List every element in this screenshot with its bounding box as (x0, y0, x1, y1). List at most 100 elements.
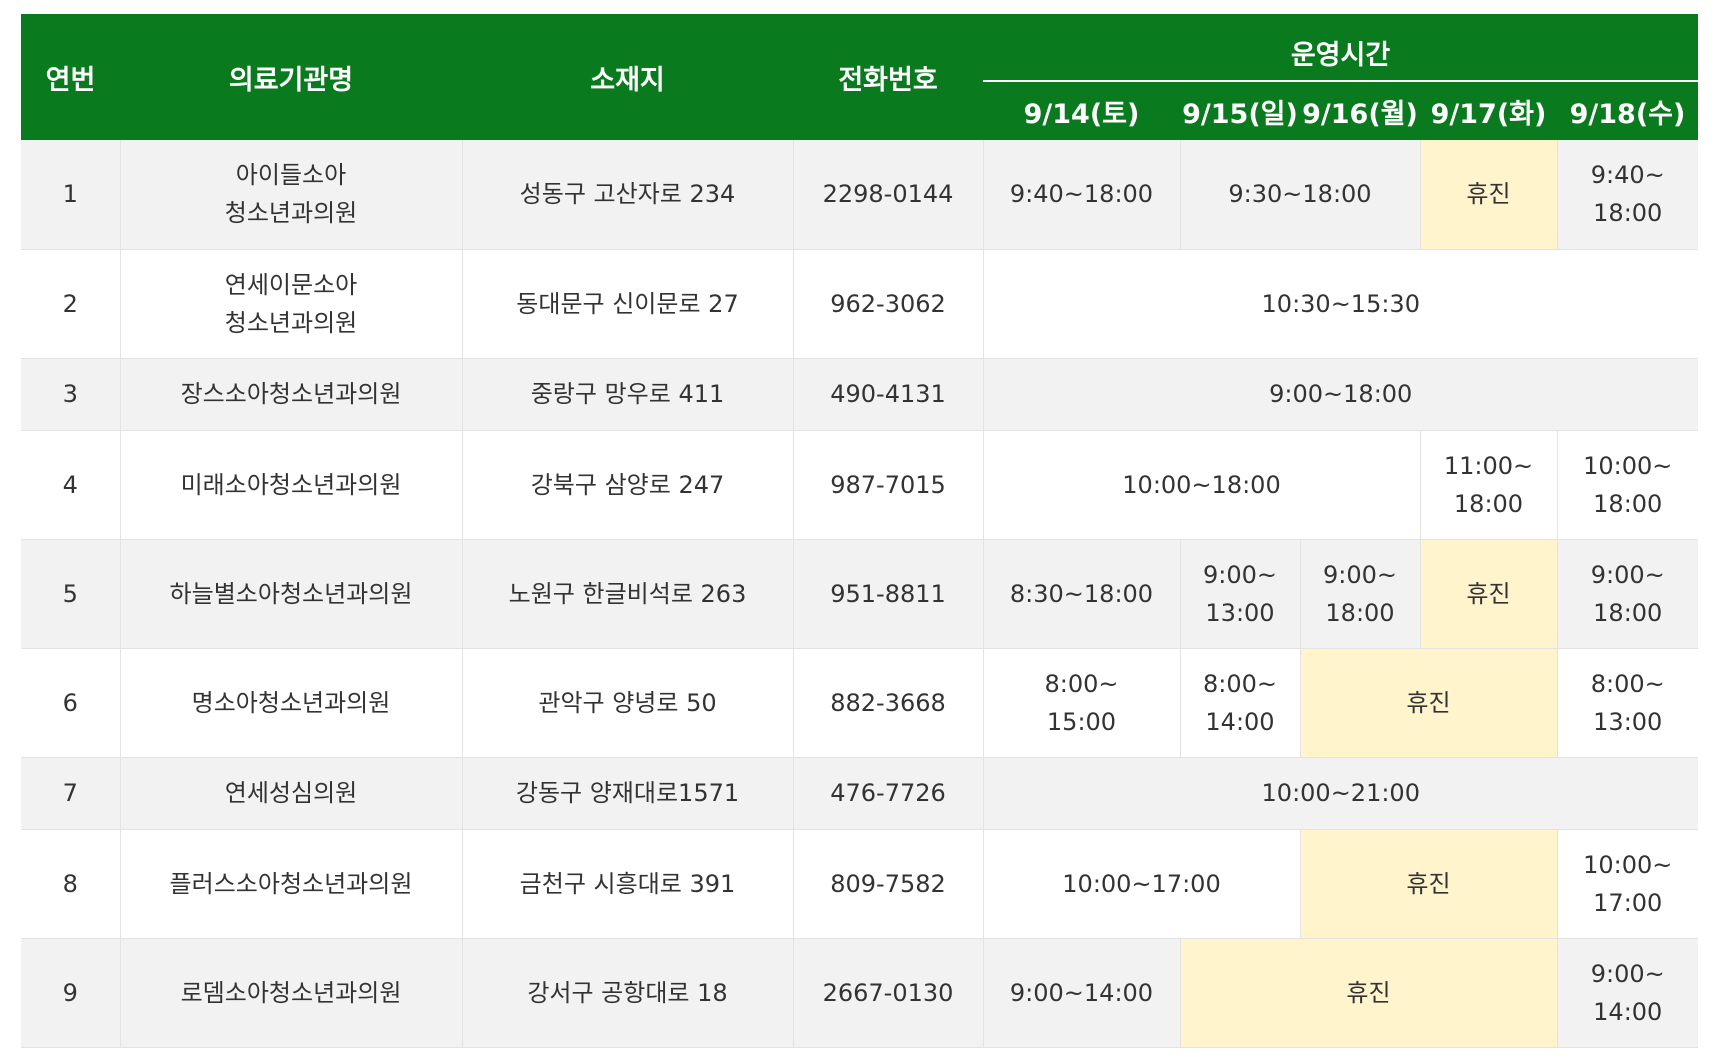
cell-no: 7 (21, 757, 121, 830)
cell-address-text: 강북구 삼양로 247 (530, 470, 725, 499)
cell-address: 관악구 양녕로 50 (462, 648, 794, 758)
cell-hours: 10:30~15:30 (983, 249, 1698, 359)
cell-clinic-name: 아이들소아 청소년과의원 (120, 140, 463, 250)
cell-hours-closed-text: 휴진 (1466, 579, 1511, 608)
cell-no: 9 (21, 938, 121, 1048)
cell-phone: 490-4131 (793, 358, 984, 431)
cell-clinic-name: 명소아청소년과의원 (120, 648, 463, 758)
cell-hours-text: 10:00~17:00 (1062, 869, 1221, 898)
cell-no-text: 8 (62, 869, 78, 898)
cell-no-text: 6 (62, 688, 78, 717)
cell-hours: 9:40~18:00 (983, 140, 1181, 250)
cell-hours-text: 8:00~ 13:00 (1590, 669, 1665, 736)
cell-no-text: 4 (62, 470, 78, 499)
cell-hours-text: 10:00~18:00 (1122, 470, 1281, 499)
cell-hours-text: 9:40~ 18:00 (1590, 161, 1665, 228)
cell-hours: 9:00~ 18:00 (1557, 539, 1698, 649)
table-body: 1 아이들소아 청소년과의원 성동구 고산자로 234 2298-0144 9:40~1… (21, 140, 1698, 1048)
cell-hours-closed-text: 휴진 (1346, 978, 1391, 1007)
cell-phone-text: 809-7582 (830, 869, 946, 898)
cell-no-text: 7 (62, 779, 78, 807)
cell-no-text: 9 (62, 978, 78, 1007)
clinic-hours-table-container: 연번 의료기관명 소재지 전화번호 운영시간 9/14(토) 9/15(일) 9… (21, 14, 1698, 1048)
cell-address: 성동구 고산자로 234 (462, 140, 794, 250)
cell-no: 1 (21, 140, 121, 250)
cell-address-text: 노원구 한글비석로 263 (508, 579, 747, 608)
cell-hours-text: 9:00~ 18:00 (1590, 560, 1665, 627)
cell-hours-text: 10:00~ 18:00 (1583, 451, 1673, 518)
cell-hours: 8:00~ 15:00 (983, 648, 1181, 758)
cell-hours-text: 9:40~18:00 (1009, 180, 1154, 209)
cell-clinic-name: 장스소아청소년과의원 (120, 358, 463, 431)
cell-phone: 476-7726 (793, 757, 984, 830)
table-row: 6 명소아청소년과의원 관악구 양녕로 50 882-3668 8:00~ 15:00 8… (21, 648, 1698, 758)
cell-clinic-name-text: 연세이문소아 청소년과의원 (224, 270, 358, 337)
cell-address: 강북구 삼양로 247 (462, 430, 794, 540)
cell-clinic-name-text: 연세성심의원 (224, 779, 358, 807)
header-date-0918: 9/18(수) (1557, 81, 1698, 140)
cell-hours: 9:00~ 14:00 (1557, 938, 1698, 1048)
header-phone: 전화번호 (793, 14, 983, 140)
cell-phone-text: 882-3668 (830, 688, 946, 717)
cell-phone: 962-3062 (793, 249, 984, 359)
header-address: 소재지 (462, 14, 793, 140)
cell-address-text: 강동구 양재대로1571 (515, 779, 740, 807)
table-row: 2 연세이문소아 청소년과의원 동대문구 신이문로 27 962-3062 10:30~… (21, 249, 1698, 359)
cell-hours-closed: 휴진 (1420, 140, 1558, 250)
cell-phone-text: 2667-0130 (822, 978, 954, 1007)
cell-clinic-name-text: 미래소아청소년과의원 (180, 470, 402, 499)
cell-hours-text: 9:00~14:00 (1009, 978, 1154, 1007)
header-date-0914: 9/14(토) (983, 81, 1180, 140)
cell-hours: 9:40~ 18:00 (1557, 140, 1698, 250)
cell-clinic-name-text: 장스소아청소년과의원 (180, 380, 402, 408)
cell-hours-text: 8:30~18:00 (1009, 579, 1154, 608)
cell-hours: 10:00~17:00 (983, 829, 1301, 939)
cell-hours-closed-text: 휴진 (1406, 688, 1451, 717)
table-row: 8 플러스소아청소년과의원 금천구 시흥대로 391 809-7582 10:00~17… (21, 829, 1698, 939)
cell-phone: 2667-0130 (793, 938, 984, 1048)
cell-clinic-name: 연세성심의원 (120, 757, 463, 830)
cell-hours-text: 8:00~ 15:00 (1044, 669, 1119, 736)
cell-hours-text: 9:00~ 14:00 (1590, 959, 1665, 1026)
table-row: 5 하늘별소아청소년과의원 노원구 한글비석로 263 951-8811 8:30~18… (21, 539, 1698, 649)
header-operating-hours: 운영시간 (983, 14, 1698, 82)
cell-address: 금천구 시흥대로 391 (462, 829, 794, 939)
cell-phone: 882-3668 (793, 648, 984, 758)
cell-clinic-name-text: 로뎀소아청소년과의원 (180, 978, 402, 1007)
cell-hours: 9:00~14:00 (983, 938, 1181, 1048)
cell-phone-text: 987-7015 (830, 470, 946, 499)
cell-no: 8 (21, 829, 121, 939)
cell-hours: 10:00~ 18:00 (1557, 430, 1698, 540)
cell-address-text: 금천구 시흥대로 391 (519, 869, 736, 898)
table-header: 연번 의료기관명 소재지 전화번호 운영시간 9/14(토) 9/15(일) 9… (21, 14, 1698, 140)
cell-hours-closed: 휴진 (1300, 648, 1558, 758)
cell-phone-text: 951-8811 (830, 579, 946, 608)
cell-phone: 951-8811 (793, 539, 984, 649)
cell-clinic-name-text: 플러스소아청소년과의원 (169, 869, 413, 898)
cell-address: 노원구 한글비석로 263 (462, 539, 794, 649)
cell-hours-text: 9:00~ 18:00 (1322, 560, 1397, 627)
cell-address: 동대문구 신이문로 27 (462, 249, 794, 359)
cell-no: 2 (21, 249, 121, 359)
table-row: 4 미래소아청소년과의원 강북구 삼양로 247 987-7015 10:00~18:0… (21, 430, 1698, 540)
cell-hours: 8:00~ 14:00 (1180, 648, 1301, 758)
cell-clinic-name: 연세이문소아 청소년과의원 (120, 249, 463, 359)
cell-hours-closed: 휴진 (1180, 938, 1558, 1048)
cell-phone-text: 490-4131 (830, 380, 946, 408)
cell-phone: 809-7582 (793, 829, 984, 939)
cell-address: 강동구 양재대로1571 (462, 757, 794, 830)
cell-hours: 11:00~ 18:00 (1420, 430, 1558, 540)
cell-phone-text: 962-3062 (830, 289, 946, 318)
table-row: 9 로뎀소아청소년과의원 강서구 공항대로 18 2667-0130 9:00~14:0… (21, 938, 1698, 1048)
header-date-0916: 9/16(월) (1300, 81, 1420, 140)
cell-no: 3 (21, 358, 121, 431)
cell-hours-text: 10:30~15:30 (1261, 289, 1420, 318)
cell-address-text: 관악구 양녕로 50 (538, 688, 717, 717)
cell-address: 중랑구 망우로 411 (462, 358, 794, 431)
cell-hours: 9:30~18:00 (1180, 140, 1421, 250)
cell-hours-text: 9:00~ 13:00 (1202, 560, 1277, 627)
table-row: 3 장스소아청소년과의원 중랑구 망우로 411 490-4131 9:00~18:00 (21, 358, 1698, 431)
cell-address-text: 중랑구 망우로 411 (530, 380, 725, 408)
header-date-0917: 9/17(화) (1420, 81, 1557, 140)
cell-address-text: 강서구 공항대로 18 (527, 978, 728, 1007)
